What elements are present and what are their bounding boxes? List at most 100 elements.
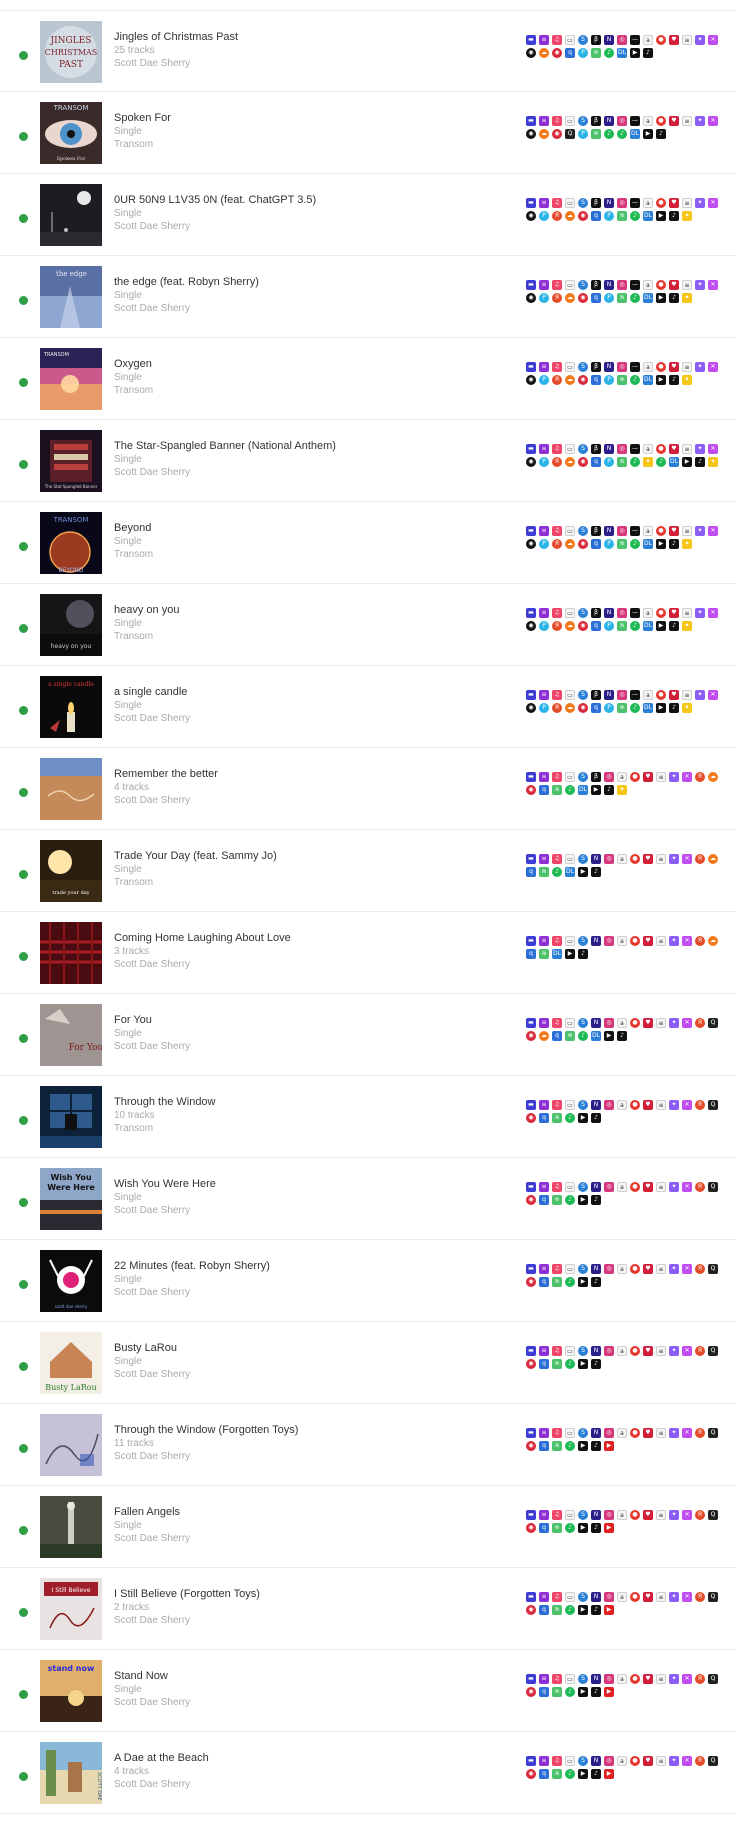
album-art-moon[interactable]	[40, 184, 102, 246]
shazam-icon[interactable]: S	[578, 608, 588, 618]
qobuz-icon[interactable]: q	[591, 621, 601, 631]
tencent-icon[interactable]: Q	[708, 1428, 718, 1438]
boomplay-icon[interactable]: ●	[630, 772, 640, 782]
youtube-music-icon[interactable]: ▶	[578, 867, 588, 877]
yandex-icon[interactable]: Я	[695, 854, 705, 864]
boomplay-icon[interactable]: ●	[656, 608, 666, 618]
shazam-icon[interactable]: S	[578, 198, 588, 208]
yandex-icon[interactable]: Я	[695, 1510, 705, 1520]
napster-icon[interactable]: N	[604, 444, 614, 454]
jiosaavn-icon[interactable]: ≡	[682, 116, 692, 126]
anghami-icon[interactable]: a	[643, 526, 653, 536]
joox-icon[interactable]: ✦	[669, 1428, 679, 1438]
qobuz-icon[interactable]: q	[539, 1687, 549, 1697]
amazon-icon[interactable]: ▬	[526, 854, 536, 864]
release-title[interactable]: For You	[114, 1014, 514, 1027]
release-row[interactable]: TRANSOM BEYOND Beyond Single Transom ▬ ≡ ♫ ▭…	[0, 502, 736, 584]
qobuz-icon[interactable]: q	[539, 1605, 549, 1615]
release-row[interactable]: TRANSOM Oxygen Single Transom ▬ ≡ ♫ ▭ Sβ N ◎ — a…	[0, 338, 736, 420]
boomplay-icon[interactable]: ●	[656, 526, 666, 536]
shazam-icon[interactable]: S	[578, 116, 588, 126]
gaana-icon[interactable]: ▭	[565, 1756, 575, 1766]
claro-icon[interactable]: DL	[565, 867, 575, 877]
joox-icon[interactable]: ✦	[669, 1756, 679, 1766]
youtube-music-icon[interactable]: ▶	[656, 621, 666, 631]
anghami-icon[interactable]: a	[643, 608, 653, 618]
release-row[interactable]: For You For You Single Scott Dae Sherry …	[0, 994, 736, 1076]
yandex-icon[interactable]: Я	[695, 936, 705, 946]
anghami-icon[interactable]: a	[617, 1674, 627, 1684]
shazam-icon[interactable]: S	[578, 854, 588, 864]
tiktok-icon[interactable]: ♪	[591, 1113, 601, 1123]
anghami-icon[interactable]: a	[617, 1264, 627, 1274]
apple-music-icon[interactable]: ♫	[552, 526, 562, 536]
napster-icon[interactable]: N	[604, 362, 614, 372]
beatport-icon[interactable]: β	[591, 116, 601, 126]
tiktok-icon[interactable]: ♪	[591, 1523, 601, 1533]
spotify-icon[interactable]: ♪	[630, 457, 640, 467]
deezer-icon[interactable]: ≡	[539, 608, 549, 618]
apple-music-icon[interactable]: ♫	[552, 362, 562, 372]
instagram-icon[interactable]: ◎	[604, 1346, 614, 1356]
snapchat-icon[interactable]: ✦	[682, 703, 692, 713]
beatport-icon[interactable]: β	[591, 280, 601, 290]
pandora-icon[interactable]: P	[539, 621, 549, 631]
release-row[interactable]: Through the Window (Forgotten Toys) 11 t…	[0, 1404, 736, 1486]
audiomack-icon[interactable]: ≋	[552, 1359, 562, 1369]
youtube-music-icon[interactable]: ▶	[578, 1277, 588, 1287]
jiosaavn-icon[interactable]: ≡	[656, 1510, 666, 1520]
album-art-hand[interactable]: scott dae sherry	[40, 1250, 102, 1312]
audiomack-icon[interactable]: ≋	[552, 1523, 562, 1533]
instagram-icon[interactable]: ◎	[604, 1592, 614, 1602]
jiosaavn-icon[interactable]: ≡	[656, 772, 666, 782]
tiktok-icon[interactable]: ♪	[643, 48, 653, 58]
boomplay-icon[interactable]: ●	[656, 280, 666, 290]
tidal-icon[interactable]: —	[630, 362, 640, 372]
apple-music-icon[interactable]: ♫	[552, 608, 562, 618]
joox-icon[interactable]: ✦	[669, 1100, 679, 1110]
release-title[interactable]: Busty LaRou	[114, 1342, 514, 1355]
qobuz-icon[interactable]: q	[526, 949, 536, 959]
shazam-icon[interactable]: S	[578, 1592, 588, 1602]
soundcloud-icon[interactable]: ☁	[565, 621, 575, 631]
youtube-music-icon[interactable]: ▶	[578, 1605, 588, 1615]
joox-icon[interactable]: ✦	[695, 362, 705, 372]
beatport-icon[interactable]: β	[591, 608, 601, 618]
boomplay-icon[interactable]: ●	[656, 690, 666, 700]
deezer-icon[interactable]: ≡	[539, 198, 549, 208]
boomplay-icon[interactable]: ●	[656, 444, 666, 454]
instagram-icon[interactable]: ◎	[604, 1182, 614, 1192]
kkbox-icon[interactable]: ✕	[708, 198, 718, 208]
netease-icon[interactable]: ◉	[526, 1277, 536, 1287]
snapchat-icon[interactable]: ✦	[682, 621, 692, 631]
gaana-icon[interactable]: ▭	[565, 1182, 575, 1192]
release-row[interactable]: trade your day Trade Your Day (feat. Sam…	[0, 830, 736, 912]
jiosaavn-icon[interactable]: ≡	[656, 1182, 666, 1192]
qobuz-icon[interactable]: q	[591, 457, 601, 467]
deezer-icon[interactable]: ≡	[539, 1428, 549, 1438]
jiosaavn-icon[interactable]: ≡	[656, 1018, 666, 1028]
spotify-icon[interactable]: ♪	[565, 1687, 575, 1697]
audiomack-icon[interactable]: ≋	[617, 375, 627, 385]
claro-icon[interactable]: DL	[552, 949, 562, 959]
anghami-icon[interactable]: a	[617, 1592, 627, 1602]
fanlink-icon[interactable]: ◉	[526, 375, 536, 385]
pandora-icon[interactable]: P	[539, 703, 549, 713]
netease-icon[interactable]: ◉	[526, 1031, 536, 1041]
tiktok-icon[interactable]: ♪	[669, 703, 679, 713]
anghami-icon[interactable]: a	[617, 1510, 627, 1520]
deezer-icon[interactable]: ≡	[539, 1182, 549, 1192]
spotify-icon[interactable]: ♪	[565, 1523, 575, 1533]
apple-music-icon[interactable]: ♫	[552, 1100, 562, 1110]
youtube-music-icon[interactable]: ▶	[565, 949, 575, 959]
amazon-icon[interactable]: ▬	[526, 280, 536, 290]
album-art-sunrise[interactable]: trade your day	[40, 840, 102, 902]
iheart-icon[interactable]: ♥	[643, 1100, 653, 1110]
iheart-icon[interactable]: ♥	[643, 1264, 653, 1274]
snapchat-icon[interactable]: ✦	[682, 539, 692, 549]
spotify-icon[interactable]: ♪	[578, 1031, 588, 1041]
shazam-icon[interactable]: S	[578, 1756, 588, 1766]
jiosaavn-icon[interactable]: ≡	[656, 1100, 666, 1110]
deezer-icon[interactable]: ≡	[539, 1674, 549, 1684]
napster-icon[interactable]: N	[604, 35, 614, 45]
